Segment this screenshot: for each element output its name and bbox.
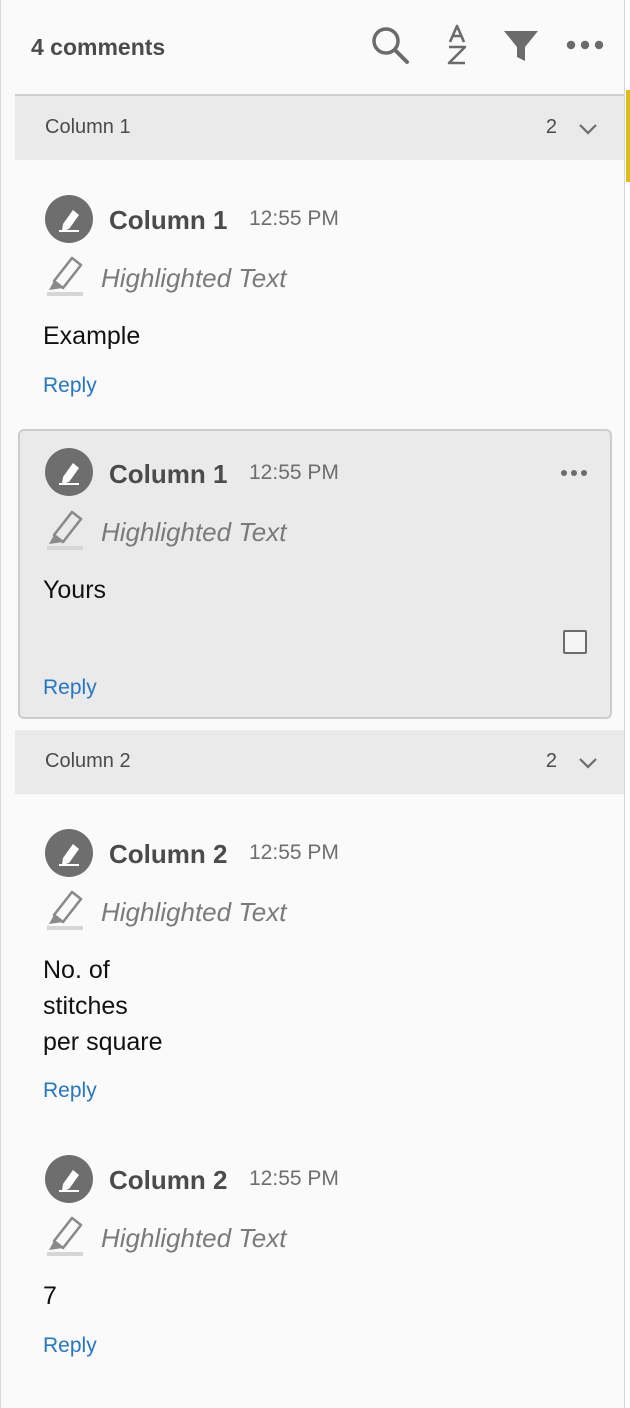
comment-author: Column 1 (109, 459, 228, 489)
reply-link[interactable]: Reply (43, 1334, 97, 1358)
highlighter-avatar-icon (45, 195, 93, 243)
comment-more-icon[interactable] (556, 461, 592, 485)
comment-time: 12:55 PM (249, 841, 339, 864)
filter-icon[interactable] (498, 22, 544, 68)
comment-time: 12:55 PM (249, 1167, 339, 1190)
comment-type: Highlighted Text (101, 517, 287, 547)
highlighter-icon (47, 890, 83, 930)
comment-text: Example (43, 322, 141, 350)
search-icon[interactable] (367, 22, 413, 68)
highlighter-icon (47, 510, 83, 550)
scrollbar-thumb[interactable] (626, 90, 630, 182)
comment-item[interactable]: Column 2 12:55 PM Highlighted Text 7 Rep… (15, 1120, 625, 1380)
comment-checkbox[interactable] (563, 630, 587, 654)
comment-item[interactable]: Column 1 12:55 PM Highlighted Text Examp… (15, 160, 625, 422)
group-count: 2 (545, 750, 557, 772)
group-title: Column 2 (45, 750, 131, 772)
highlighter-avatar-icon (45, 1155, 93, 1203)
panel-right-border (624, 0, 625, 1408)
comments-header: 4 comments (1, 0, 625, 94)
comment-text: 7 (43, 1282, 57, 1310)
comment-time: 12:55 PM (249, 461, 339, 484)
comment-author: Column 2 (109, 1165, 228, 1195)
sort-az-icon[interactable] (434, 22, 480, 68)
reply-link[interactable]: Reply (43, 676, 97, 700)
group-count: 2 (545, 116, 557, 138)
comment-type: Highlighted Text (101, 897, 287, 927)
comment-item-selected[interactable]: Column 1 12:55 PM Highlighted Text Yours… (18, 429, 612, 719)
reply-link[interactable]: Reply (43, 1079, 97, 1103)
highlighter-avatar-icon (45, 829, 93, 877)
comment-item[interactable]: Column 2 12:55 PM Highlighted Text No. o… (15, 794, 625, 1124)
group-header-column-2[interactable]: Column 2 2 (15, 730, 625, 794)
chevron-down-icon[interactable] (577, 752, 599, 774)
comment-type: Highlighted Text (101, 263, 287, 293)
comment-type: Highlighted Text (101, 1223, 287, 1253)
comment-text: No. of stitches per square (43, 956, 163, 1056)
comments-panel: 4 comments Column 1 2 Column 1 12:55 PM … (0, 0, 625, 1408)
comment-time: 12:55 PM (249, 207, 339, 230)
group-header-column-1[interactable]: Column 1 2 (15, 96, 625, 160)
chevron-down-icon[interactable] (577, 118, 599, 140)
reply-link[interactable]: Reply (43, 374, 97, 398)
comment-author: Column 2 (109, 839, 228, 869)
group-title: Column 1 (45, 116, 131, 138)
comment-author: Column 1 (109, 205, 228, 235)
highlighter-avatar-icon (45, 448, 93, 496)
comments-count-title: 4 comments (31, 34, 166, 60)
highlighter-icon (47, 256, 83, 296)
comment-text: Yours (43, 576, 107, 604)
more-icon[interactable] (562, 22, 608, 68)
highlighter-icon (47, 1216, 83, 1256)
